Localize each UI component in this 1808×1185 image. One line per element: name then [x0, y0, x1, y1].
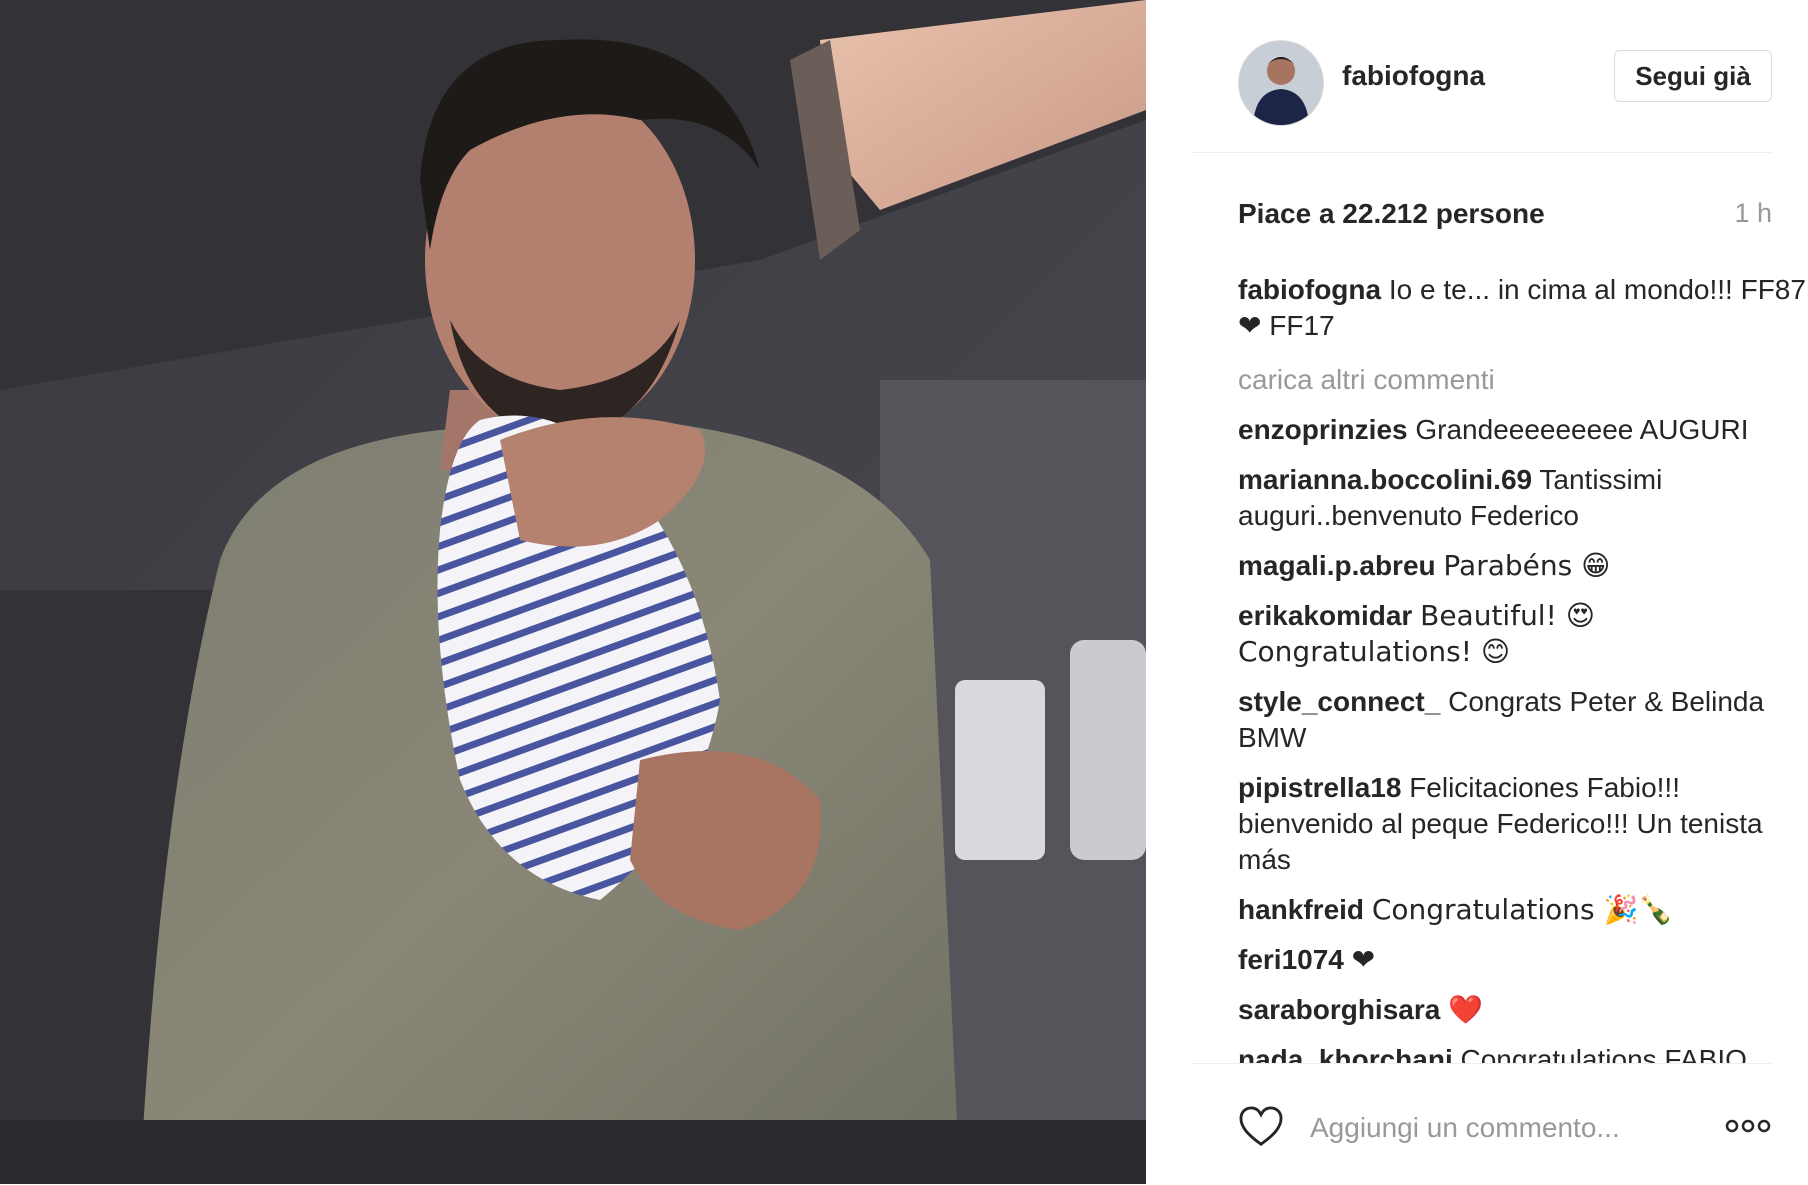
list-item: hankfreid Congratulations 🎉🍾 — [1238, 892, 1808, 928]
post-username[interactable]: fabiofogna — [1342, 60, 1485, 92]
post-timestamp[interactable]: 1 h — [1734, 198, 1772, 229]
comment-username[interactable]: hankfreid — [1238, 894, 1364, 925]
comment-text: Congratulations FABIO — [1460, 1044, 1747, 1064]
list-item: enzoprinzies Grandeeeeeeeee AUGURI — [1238, 412, 1808, 448]
post-photo[interactable] — [0, 0, 1146, 1184]
add-comment-input[interactable] — [1310, 1108, 1690, 1148]
heart-outline-icon[interactable] — [1238, 1106, 1284, 1148]
more-options-icon[interactable] — [1724, 1114, 1772, 1138]
comment-username[interactable]: feri1074 — [1238, 944, 1344, 975]
list-item: saraborghisara ❤️ — [1238, 992, 1808, 1028]
caption: fabiofogna Io e te... in cima al mondo!!… — [1238, 272, 1808, 344]
comments-list[interactable]: fabiofogna Io e te... in cima al mondo!!… — [1238, 272, 1808, 1064]
comment-username[interactable]: pipistrella18 — [1238, 772, 1401, 803]
comment-text: ❤️ — [1448, 994, 1483, 1025]
comment-text: ❤ — [1351, 944, 1376, 975]
comment-bar — [1192, 1063, 1772, 1185]
comment-username[interactable]: marianna.boccolini.69 — [1238, 464, 1532, 495]
avatar[interactable] — [1238, 40, 1324, 126]
comment-username[interactable]: magali.p.abreu — [1238, 550, 1436, 581]
list-item: marianna.boccolini.69 Tantissimi auguri.… — [1238, 462, 1808, 534]
comment-username[interactable]: erikakomidar — [1238, 600, 1412, 631]
post-header: fabiofogna Segui già — [1192, 40, 1772, 153]
photo-man-holding-newborn — [0, 0, 1146, 1184]
comment-username[interactable]: saraborghisara — [1238, 994, 1440, 1025]
comment-text: Grandeeeeeeeee AUGURI — [1415, 414, 1749, 445]
list-item: pipistrella18 Felicitaciones Fabio!!! bi… — [1238, 770, 1808, 878]
list-item: feri1074 ❤ — [1238, 942, 1808, 978]
comment-username[interactable]: nada_khorchani — [1238, 1044, 1453, 1064]
comment-username[interactable]: enzoprinzies — [1238, 414, 1408, 445]
comment-text: Parabéns 😁 — [1443, 549, 1611, 582]
comment-username[interactable]: style_connect_ — [1238, 686, 1440, 717]
list-item: style_connect_ Congrats Peter & Belinda … — [1238, 684, 1808, 756]
likes-row: Piace a 22.212 persone 1 h — [1192, 198, 1772, 238]
list-item: erikakomidar Beautiful! 😍 Congratulation… — [1238, 598, 1808, 670]
post-sidebar: fabiofogna Segui già Piace a 22.212 pers… — [1146, 0, 1808, 1184]
list-item: magali.p.abreu Parabéns 😁 — [1238, 548, 1808, 584]
list-item: nada_khorchani Congratulations FABIO — [1238, 1042, 1808, 1064]
caption-username[interactable]: fabiofogna — [1238, 274, 1381, 305]
follow-button[interactable]: Segui già — [1614, 50, 1772, 102]
comment-text: Congratulations 🎉🍾 — [1371, 893, 1674, 926]
avatar-image — [1239, 41, 1323, 125]
load-more-comments-link[interactable]: carica altri commenti — [1238, 362, 1808, 398]
likes-count[interactable]: Piace a 22.212 persone — [1238, 198, 1545, 230]
